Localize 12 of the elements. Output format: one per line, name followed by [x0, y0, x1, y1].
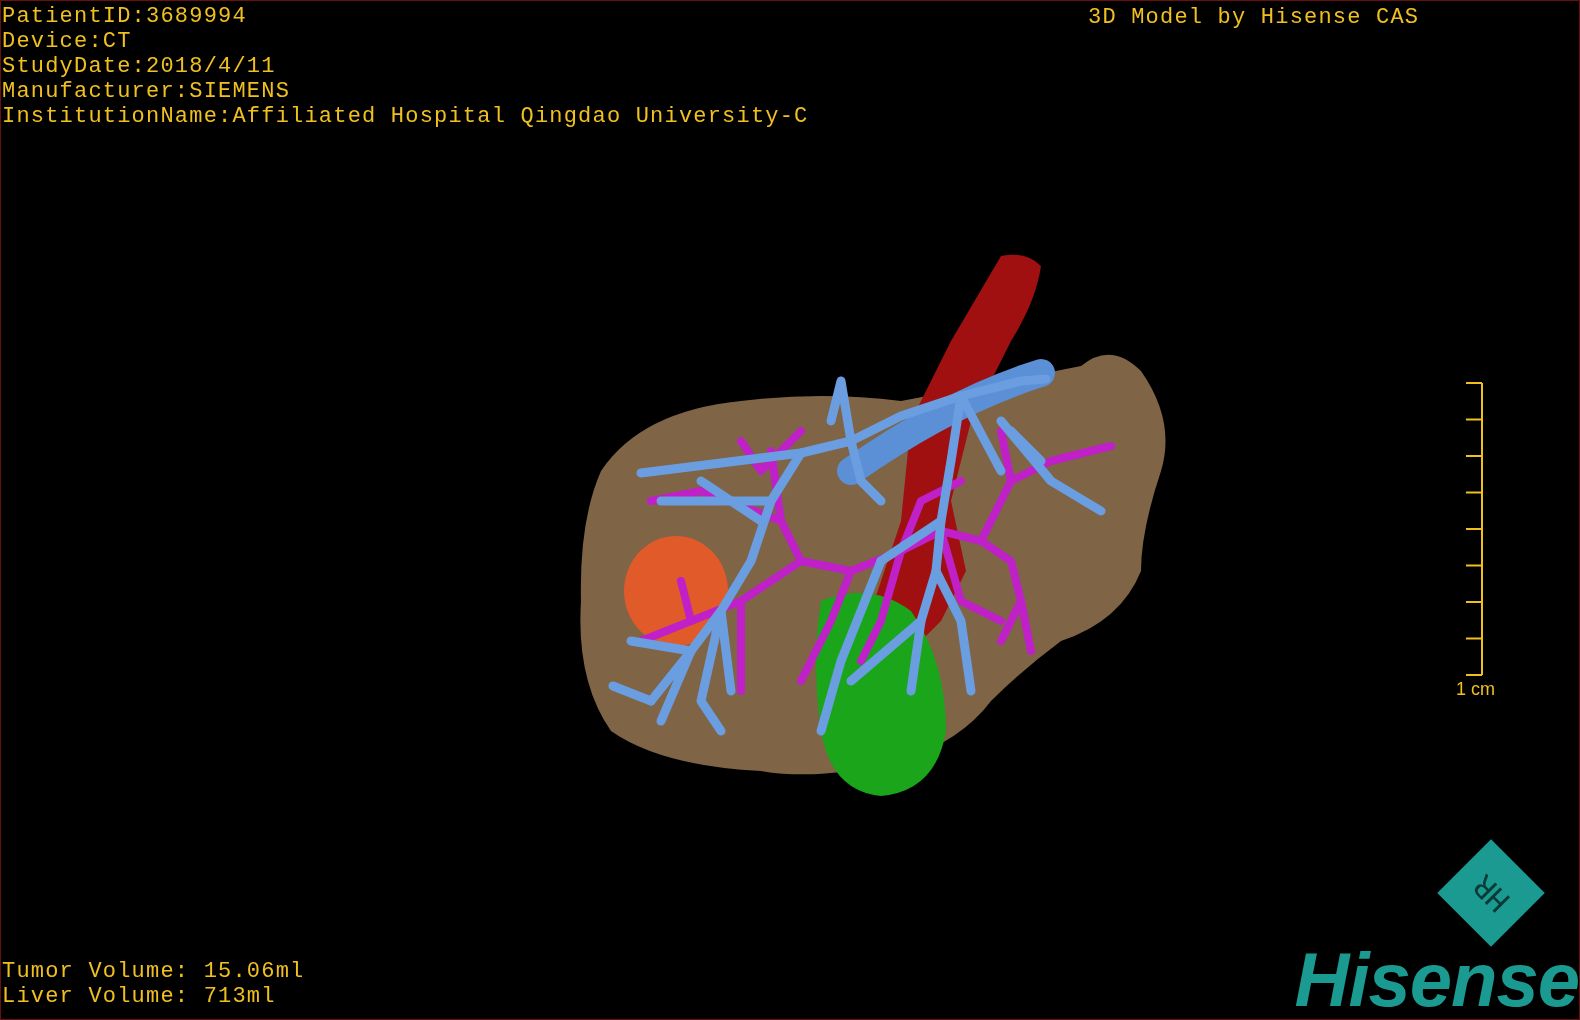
logo-wordmark: Hisense [1294, 945, 1579, 1015]
volume-text: Tumor Volume: 15.06ml [2, 959, 305, 984]
study-info-text: PatientID:3689994 [2, 4, 247, 29]
scale-label: 1 cm [1456, 679, 1495, 700]
volume-text: Liver Volume: 713ml [2, 984, 276, 1009]
scale-bar-icon [1465, 381, 1483, 677]
model-title: 3D Model by Hisense CAS [1088, 5, 1420, 30]
study-info-text: StudyDate:2018/4/11 [2, 54, 276, 79]
study-info-text: Manufacturer:SIEMENS [2, 79, 291, 104]
study-info-text: Device:CT [2, 29, 132, 54]
logo-badge: HR [1437, 839, 1545, 947]
study-info-text: InstitutionName:Affiliated Hospital Qingdao University-C [2, 104, 809, 129]
